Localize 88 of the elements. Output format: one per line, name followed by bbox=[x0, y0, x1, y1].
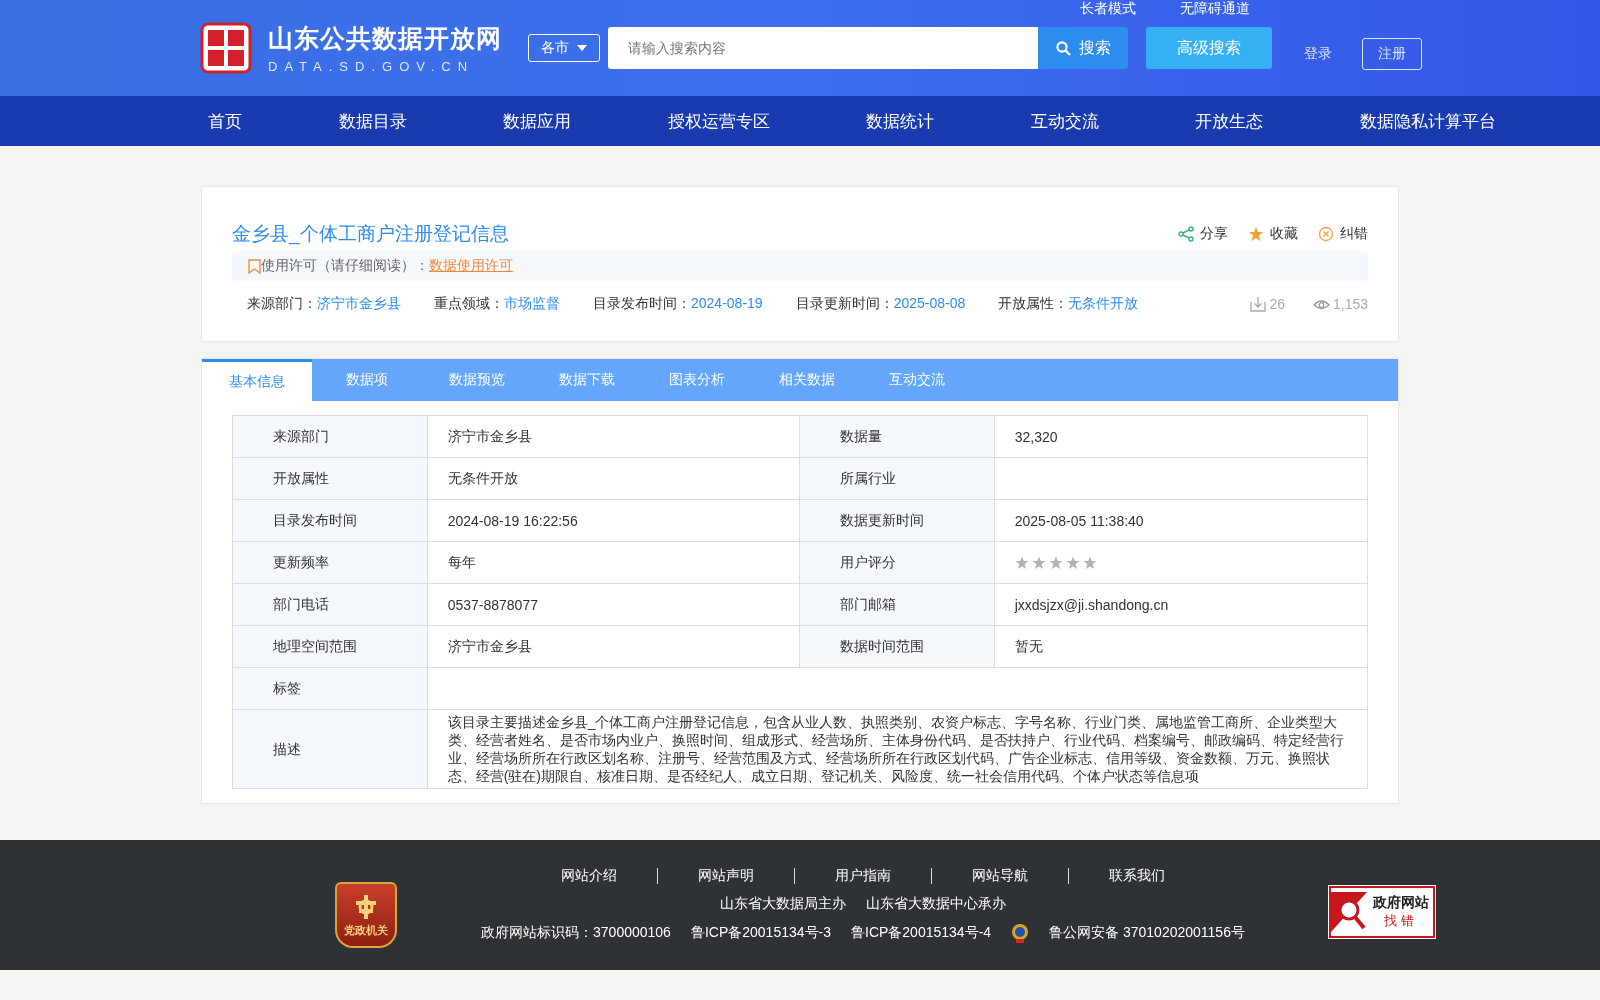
top-link[interactable]: 长者模式 bbox=[1080, 0, 1136, 18]
meta-label: 目录发布时间： bbox=[593, 295, 691, 311]
field-value: jxxdsjzx@ji.shandong.cn bbox=[994, 583, 1368, 626]
field-value: 32,320 bbox=[994, 415, 1368, 458]
footer-link[interactable]: 网站导航 bbox=[932, 867, 1068, 885]
field-label: 用户评分 bbox=[799, 541, 995, 584]
star-icon bbox=[1031, 555, 1046, 570]
meta-label: 目录更新时间： bbox=[795, 295, 894, 311]
view-count: 1,153 bbox=[1332, 296, 1368, 312]
nav-item[interactable]: 首页 bbox=[208, 109, 242, 133]
nav-item[interactable]: 数据隐私计算平台 bbox=[1359, 109, 1496, 133]
city-dropdown[interactable]: 各市 bbox=[528, 34, 600, 62]
dataset-title: 金乡县_个体工商户注册登记信息 bbox=[232, 222, 509, 247]
field-label: 目录发布时间 bbox=[232, 499, 428, 542]
field-label: 数据时间范围 bbox=[799, 625, 995, 668]
badge-text: 党政机关 bbox=[344, 922, 388, 938]
top-link[interactable]: 无障碍通道 bbox=[1180, 0, 1250, 18]
error-icon bbox=[1318, 226, 1334, 242]
nav-item[interactable]: 数据应用 bbox=[503, 109, 572, 133]
meta-value: 2025-08-08 bbox=[893, 295, 966, 311]
footer-link[interactable]: 联系我们 bbox=[1069, 867, 1205, 885]
register-button[interactable]: 注册 bbox=[1362, 38, 1422, 70]
nav-item[interactable]: 数据目录 bbox=[338, 109, 407, 133]
nav-item[interactable]: 互动交流 bbox=[1030, 109, 1099, 133]
field-label: 标签 bbox=[232, 667, 428, 710]
field-label: 描述 bbox=[232, 709, 428, 789]
star-icon bbox=[1048, 555, 1063, 570]
download-icon bbox=[1250, 296, 1267, 312]
caret-icon bbox=[577, 45, 587, 51]
meta-value: 市场监督 bbox=[504, 295, 560, 311]
meta-value: 济宁市金乡县 bbox=[317, 295, 401, 311]
field-value: 2024-08-19 16:22:56 bbox=[427, 499, 800, 542]
footer-link[interactable]: 用户指南 bbox=[795, 867, 931, 885]
field-value: 暂无 bbox=[994, 625, 1368, 668]
record-text: 鲁ICP备20015134号-3 bbox=[690, 924, 831, 942]
field-label: 来源部门 bbox=[232, 415, 428, 458]
download-count: 26 bbox=[1269, 296, 1285, 312]
meta-label: 来源部门： bbox=[247, 295, 317, 311]
field-value: 济宁市金乡县 bbox=[427, 415, 800, 458]
meta-label: 重点领域： bbox=[434, 295, 504, 311]
record-text: 鲁ICP备20015134号-4 bbox=[851, 924, 992, 942]
field-label: 开放属性 bbox=[232, 457, 428, 500]
report-button[interactable]: 纠错 bbox=[1318, 225, 1368, 243]
field-label: 部门邮箱 bbox=[799, 583, 995, 626]
nav-item[interactable]: 开放生态 bbox=[1195, 109, 1264, 133]
field-label: 所属行业 bbox=[799, 457, 995, 500]
field-value: 0537-8878077 bbox=[427, 583, 800, 626]
nav-item[interactable]: 授权运营专区 bbox=[667, 109, 770, 133]
field-label: 地理空间范围 bbox=[232, 625, 428, 668]
field-value: 2025-08-05 11:38:40 bbox=[994, 499, 1368, 542]
share-icon bbox=[1178, 226, 1194, 242]
record-text: 鲁公网安备 37010202001156号 bbox=[1049, 924, 1245, 942]
tab[interactable]: 基本信息 bbox=[202, 359, 312, 401]
favorite-button[interactable]: 收藏 bbox=[1248, 225, 1298, 243]
sponsor-text: 山东省大数据局主办 bbox=[720, 895, 846, 913]
field-value: 每年 bbox=[427, 541, 800, 584]
search-field[interactable]: 请输入搜索内容 bbox=[608, 27, 1038, 69]
star-icon bbox=[1082, 555, 1097, 570]
search-icon bbox=[1055, 40, 1071, 56]
nav-item[interactable]: 数据统计 bbox=[866, 109, 935, 133]
meta-label: 开放属性： bbox=[998, 295, 1069, 311]
field-label: 部门电话 bbox=[232, 583, 428, 626]
field-label: 数据量 bbox=[799, 415, 995, 458]
police-emblem-icon bbox=[1011, 923, 1030, 943]
seal-logo-icon bbox=[200, 22, 252, 74]
eye-icon bbox=[1312, 297, 1330, 311]
site-domain: DATA.SD.GOV.CN bbox=[268, 59, 476, 74]
field-value: 无条件开放 bbox=[427, 457, 800, 500]
star-icon bbox=[1014, 555, 1029, 570]
field-value: 该目录主要描述金乡县_个体工商户注册登记信息，包含从业人数、执照类别、农资户标志、字号名称、行业门类、属地监管工商所、企业类型大类、经营者姓名、是否市场内业户、换照时间、组成形式、经营场所、主体身份代码、是否扶持户、行业代码、档案编号、邮政编码、特定经营行业、经营场所所在行政区划名称、注册号、经营范围及方式、经营场所所在行政区划代码、广告企业标志、信用等级、资金数额、万元、换照状态、经营(驻在)期限自、核准日期、是否经纪人、成立日期、登记机关、风险度、统一社会信用代码、个体户状态等信息项 bbox=[427, 709, 1368, 789]
site-title: 山东公共数据开放网 bbox=[268, 23, 502, 54]
star-icon bbox=[1065, 555, 1080, 570]
field-label: 数据更新时间 bbox=[799, 499, 995, 542]
license-label: 使用许可（请仔细阅读）： bbox=[261, 257, 429, 275]
meta-value: 2024-08-19 bbox=[691, 295, 763, 311]
sponsor-text: 山东省大数据中心承办 bbox=[866, 895, 1006, 913]
login-link[interactable]: 登录 bbox=[1304, 45, 1332, 63]
footer-link[interactable]: 网站介绍 bbox=[521, 867, 657, 885]
star-icon bbox=[1248, 226, 1264, 242]
share-button[interactable]: 分享 bbox=[1178, 225, 1228, 243]
field-value: 济宁市金乡县 bbox=[427, 625, 800, 668]
magnifier-icon bbox=[1331, 892, 1367, 932]
report-error-badge[interactable]: 政府网站 找错 bbox=[1329, 886, 1435, 938]
bookmark-icon bbox=[248, 258, 261, 274]
footer-link[interactable]: 网站声明 bbox=[658, 867, 794, 885]
field-label: 更新频率 bbox=[232, 541, 428, 584]
record-text: 政府网站标识码：3700000106 bbox=[481, 924, 671, 942]
meta-value: 无条件开放 bbox=[1068, 295, 1139, 311]
